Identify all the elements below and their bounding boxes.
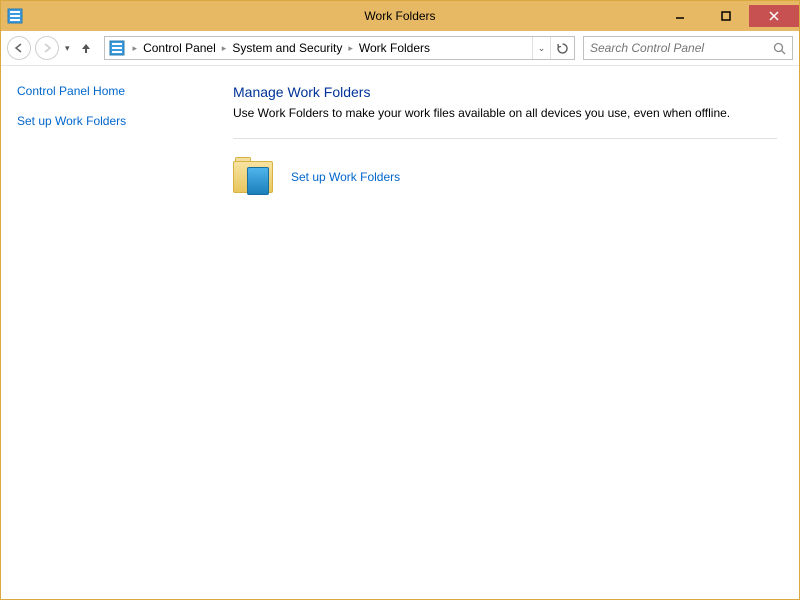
close-button[interactable] — [749, 5, 799, 27]
chevron-right-icon[interactable]: ▸ — [346, 43, 355, 54]
work-folders-icon — [233, 157, 277, 197]
app-icon — [7, 8, 23, 24]
control-panel-home-link[interactable]: Control Panel Home — [17, 84, 195, 98]
setup-item: Set up Work Folders — [233, 157, 777, 197]
back-button[interactable] — [7, 36, 31, 60]
forward-button[interactable] — [35, 36, 59, 60]
nav-bar: ▾ ▸ Control Panel ▸ System and Security … — [1, 31, 799, 66]
address-bar[interactable]: ▸ Control Panel ▸ System and Security ▸ … — [104, 36, 575, 60]
search-input[interactable] — [590, 41, 773, 55]
control-panel-icon — [109, 40, 125, 56]
chevron-right-icon[interactable]: ▸ — [131, 43, 140, 54]
up-button[interactable] — [76, 38, 96, 58]
page-heading: Manage Work Folders — [233, 84, 777, 100]
breadcrumb-item[interactable]: Control Panel — [139, 37, 220, 59]
search-box[interactable] — [583, 36, 793, 60]
breadcrumb-item[interactable]: System and Security — [228, 37, 346, 59]
divider — [233, 138, 777, 139]
content-area: Control Panel Home Set up Work Folders M… — [1, 66, 799, 599]
window: Work Folders ▾ — [0, 0, 800, 600]
refresh-button[interactable] — [550, 37, 574, 59]
title-bar: Work Folders — [1, 1, 799, 31]
minimize-button[interactable] — [657, 5, 703, 27]
page-description: Use Work Folders to make your work files… — [233, 106, 777, 120]
window-controls — [657, 5, 799, 27]
address-dropdown[interactable]: ⌄ — [532, 37, 550, 59]
maximize-button[interactable] — [703, 5, 749, 27]
breadcrumb: ▸ Control Panel ▸ System and Security ▸ … — [131, 37, 435, 59]
setup-work-folders-link[interactable]: Set up Work Folders — [17, 114, 195, 128]
chevron-right-icon[interactable]: ▸ — [220, 43, 229, 54]
recent-locations-dropdown[interactable]: ▾ — [63, 43, 72, 54]
main-panel: Manage Work Folders Use Work Folders to … — [211, 66, 799, 599]
breadcrumb-item[interactable]: Work Folders — [355, 37, 434, 59]
sidebar: Control Panel Home Set up Work Folders — [1, 66, 211, 599]
setup-work-folders-main-link[interactable]: Set up Work Folders — [291, 170, 400, 184]
search-icon[interactable] — [773, 42, 786, 55]
